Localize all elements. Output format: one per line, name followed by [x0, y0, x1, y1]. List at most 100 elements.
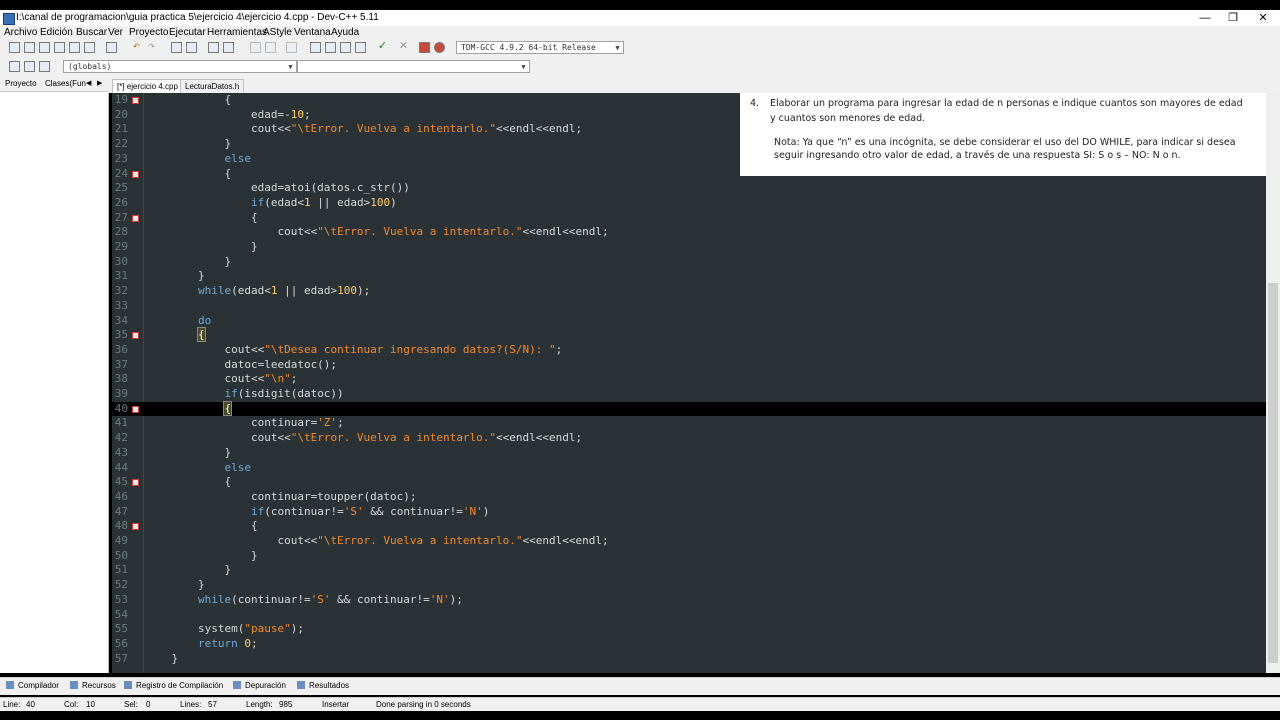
code-line[interactable]: 43 } — [112, 446, 1266, 461]
fold-collapse-icon[interactable] — [132, 97, 139, 104]
code-line[interactable]: 46 continuar=toupper(datoc); — [112, 490, 1266, 505]
close-icon[interactable]: ✕ — [1246, 10, 1280, 26]
toggle-bookmark-icon[interactable] — [24, 61, 35, 72]
code-line[interactable]: 25 edad=atoi(datos.c_str()) — [112, 181, 1266, 196]
symbol-select[interactable]: ▼ — [297, 60, 530, 73]
code-line[interactable]: 51 } — [112, 563, 1266, 578]
tab-scroll-right-icon[interactable]: ▶ — [97, 79, 102, 87]
code-line[interactable]: 33 — [112, 299, 1266, 314]
run-icon[interactable] — [325, 42, 336, 53]
tab-lecturadatos-h[interactable]: LecturaDatos.h — [180, 79, 245, 93]
code-line[interactable]: 49 cout<<"\tError. Vuelva a intentarlo."… — [112, 534, 1266, 549]
replace-icon[interactable] — [186, 42, 197, 53]
code-line[interactable]: 47 if(continuar!='S' && continuar!='N') — [112, 505, 1266, 520]
tab-clases[interactable]: Clases(Fun — [45, 79, 86, 88]
compile-run-icon[interactable] — [340, 42, 351, 53]
code-line[interactable]: 45 { — [112, 475, 1266, 490]
save-icon[interactable] — [39, 42, 50, 53]
tab-recursos[interactable]: Recursos — [70, 681, 116, 690]
undo-icon[interactable]: ↶ — [131, 42, 142, 53]
menu-archivo[interactable]: Archivo — [4, 27, 37, 38]
close-all-icon[interactable] — [84, 42, 95, 53]
code-line[interactable]: 28 cout<<"\tError. Vuelva a intentarlo."… — [112, 225, 1266, 240]
tab-depuracion[interactable]: Depuración — [233, 681, 286, 690]
tab-proyecto[interactable]: Proyecto — [5, 79, 37, 88]
code-line[interactable]: 36 cout<<"\tDesea continuar ingresando d… — [112, 343, 1266, 358]
code-line[interactable]: 44 else — [112, 461, 1266, 476]
code-editor[interactable]: 19 {20 edad=-10; 21 cout<<"\tError. Vuelv… — [112, 93, 1266, 673]
menu-astyle[interactable]: AStyle — [263, 27, 292, 38]
tab-compilador[interactable]: Compilador — [6, 681, 59, 690]
code-token: ; — [290, 372, 298, 386]
add-to-project-icon[interactable] — [250, 42, 261, 53]
code-line[interactable]: 53 while(continuar!='S' && continuar!='N… — [112, 593, 1266, 608]
menu-herramientas[interactable]: Herramientas — [207, 27, 267, 38]
fold-collapse-icon[interactable] — [132, 332, 139, 340]
print-icon[interactable] — [106, 42, 117, 53]
code-line[interactable]: 57 } — [112, 652, 1266, 667]
project-options-icon[interactable] — [286, 42, 297, 53]
code-line[interactable]: 27 { — [112, 211, 1266, 226]
code-line[interactable]: 48 { — [112, 519, 1266, 534]
tab-ejercicio4-cpp[interactable]: [*] ejercicio 4.cpp — [112, 79, 183, 93]
code-line[interactable]: 42 cout<<"\tError. Vuelva a intentarlo."… — [112, 431, 1266, 446]
find-icon[interactable] — [171, 42, 182, 53]
remove-from-project-icon[interactable] — [265, 42, 276, 53]
code-line[interactable]: 37 datoc=leedatoc(); — [112, 358, 1266, 373]
code-line[interactable]: 30 } — [112, 255, 1266, 270]
code-line[interactable]: 39 if(isdigit(datoc)) — [112, 387, 1266, 402]
editor-scrollbar[interactable] — [1266, 93, 1280, 673]
syntax-check-icon[interactable]: ✓ — [377, 41, 388, 53]
menu-edicion[interactable]: Edición — [40, 27, 73, 38]
rebuild-icon[interactable] — [355, 42, 366, 53]
menu-ver[interactable]: Ver — [108, 27, 123, 38]
fold-collapse-icon[interactable] — [132, 405, 139, 413]
compile-icon[interactable] — [310, 42, 321, 53]
code-line[interactable]: 54 — [112, 608, 1266, 623]
line-number: 27 — [114, 210, 128, 224]
code-line[interactable]: 52 } — [112, 578, 1266, 593]
code-line[interactable]: 38 cout<<"\n"; — [112, 372, 1266, 387]
code-line[interactable]: 55 system("pause"); — [112, 622, 1266, 637]
profile-icon[interactable] — [419, 42, 430, 53]
code-line[interactable]: 32 while(edad<1 || edad>100); — [112, 284, 1266, 299]
compiler-select[interactable]: TDM-GCC 4.9.2 64-bit Release ▼ — [456, 41, 624, 54]
code-line[interactable]: 29 } — [112, 240, 1266, 255]
menu-buscar[interactable]: Buscar — [76, 27, 107, 38]
code-line[interactable]: 34 do — [112, 314, 1266, 329]
fold-collapse-icon[interactable] — [132, 214, 139, 222]
save-all-icon[interactable] — [54, 42, 65, 53]
new-file-icon[interactable] — [9, 42, 20, 53]
close-file-icon[interactable] — [69, 42, 80, 53]
scope-select[interactable]: (globals) ▼ — [63, 60, 297, 73]
code-line[interactable]: 56 return 0; — [112, 637, 1266, 652]
code-line[interactable]: 31 } — [112, 269, 1266, 284]
insert-icon[interactable] — [9, 61, 20, 72]
code-line[interactable]: 35 { — [112, 327, 1266, 343]
line-number: 40 — [114, 401, 128, 415]
tab-registro-compilacion[interactable]: Registro de Compilación — [124, 681, 223, 690]
goto-line-icon[interactable] — [208, 42, 219, 53]
goto-bookmark-icon[interactable] — [39, 61, 50, 72]
menu-proyecto[interactable]: Proyecto — [129, 27, 168, 38]
fold-collapse-icon[interactable] — [132, 170, 139, 178]
stop-execution-icon[interactable]: ✕ — [398, 41, 409, 53]
restore-icon[interactable]: ❐ — [1216, 10, 1250, 26]
fold-collapse-icon[interactable] — [132, 523, 139, 531]
tab-resultados[interactable]: Resultados — [297, 681, 349, 690]
redo-icon[interactable]: ↷ — [146, 42, 157, 53]
debug-icon[interactable] — [434, 42, 445, 53]
scrollbar-thumb[interactable] — [1268, 283, 1278, 663]
code-line[interactable]: 41 continuar='Z'; — [112, 416, 1266, 431]
code-line[interactable]: 26 if(edad<1 || edad>100) — [112, 196, 1266, 211]
code-line[interactable]: 50 } — [112, 549, 1266, 564]
menu-ejecutar[interactable]: Ejecutar — [169, 27, 206, 38]
code-text: { — [145, 519, 258, 534]
goto-function-icon[interactable] — [223, 42, 234, 53]
open-file-icon[interactable] — [24, 42, 35, 53]
code-line[interactable]: 40 { — [112, 400, 1266, 417]
tab-scroll-left-icon[interactable]: ◀ — [86, 79, 91, 87]
fold-collapse-icon[interactable] — [132, 479, 139, 487]
menu-ayuda[interactable]: Ayuda — [331, 27, 359, 38]
menu-ventana[interactable]: Ventana — [294, 27, 331, 38]
